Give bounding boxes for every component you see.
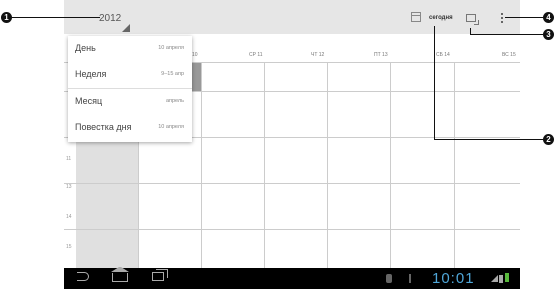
screen: 2012 сегодня 10 СР 11 ЧТ 12 ПТ 13 СБ 14 … — [64, 0, 520, 289]
view-dropdown-indicator-icon[interactable] — [122, 24, 130, 32]
menu-item-label: День — [75, 43, 96, 53]
action-bar: 2012 сегодня — [64, 0, 520, 34]
callout-badge-3: 3 — [543, 29, 554, 40]
callout-line-3b — [470, 34, 543, 35]
year-label[interactable]: 2012 — [99, 13, 121, 24]
menu-item-label: Месяц — [75, 96, 103, 106]
menu-item-month[interactable]: Месяц апрель — [68, 89, 192, 115]
grid-line — [201, 63, 202, 268]
menu-item-value: 10 апреля — [158, 124, 184, 130]
day-header[interactable]: ВС 15 — [502, 52, 516, 58]
callout-line-2b — [434, 139, 543, 140]
home-icon[interactable] — [111, 267, 129, 282]
hour-label: 11 — [66, 156, 72, 162]
grid-line — [390, 63, 391, 268]
hour-label: 14 — [66, 214, 72, 220]
today-button[interactable]: сегодня — [429, 15, 453, 21]
back-icon[interactable] — [77, 272, 89, 281]
overflow-menu-icon[interactable] — [501, 13, 504, 25]
menu-item-value: 10 апреля — [158, 45, 184, 51]
menu-item-value: 9–15 апр — [161, 71, 184, 77]
menu-item-agenda[interactable]: Повестка дня 10 апреля — [68, 115, 192, 141]
hour-label: 13 — [66, 184, 72, 190]
callout-line-4 — [505, 17, 543, 18]
wifi-icon — [499, 275, 503, 283]
callout-line-1 — [12, 17, 100, 18]
navigation-bar: 10:01 — [64, 267, 520, 289]
recent-apps-icon[interactable] — [152, 269, 168, 281]
view-dropdown-menu: День 10 апреля Неделя 9–15 апр Месяц апр… — [68, 36, 192, 142]
grid-line — [454, 63, 455, 268]
grid-line — [64, 183, 520, 184]
menu-item-value: апрель — [165, 98, 184, 104]
menu-item-label: Повестка дня — [75, 122, 132, 132]
menu-item-week[interactable]: Неделя 9–15 апр — [68, 62, 192, 89]
callout-line-2 — [434, 26, 435, 140]
day-header[interactable]: СБ 14 — [436, 52, 450, 58]
callout-badge-1: 1 — [1, 12, 12, 23]
day-header[interactable]: ПТ 13 — [374, 52, 388, 58]
status-clock: 10:01 — [432, 270, 475, 287]
grid-line — [264, 63, 265, 268]
day-header[interactable]: СР 11 — [249, 52, 263, 58]
signal-icon — [491, 275, 498, 282]
hour-label: 15 — [66, 244, 72, 250]
callout-badge-2: 2 — [543, 134, 554, 145]
callout-badge-4: 4 — [543, 12, 554, 23]
day-header[interactable]: ЧТ 12 — [311, 52, 324, 58]
usb-icon — [409, 274, 417, 283]
notification-icon — [386, 274, 392, 283]
menu-item-label: Неделя — [75, 69, 107, 79]
menu-item-day[interactable]: День 10 апреля — [68, 36, 192, 62]
battery-icon — [505, 273, 509, 282]
calendar-icon[interactable] — [411, 12, 421, 22]
grid-line — [327, 63, 328, 268]
month-grid-icon[interactable] — [466, 14, 479, 25]
day-header[interactable]: 10 — [192, 52, 198, 58]
grid-line — [64, 229, 520, 230]
